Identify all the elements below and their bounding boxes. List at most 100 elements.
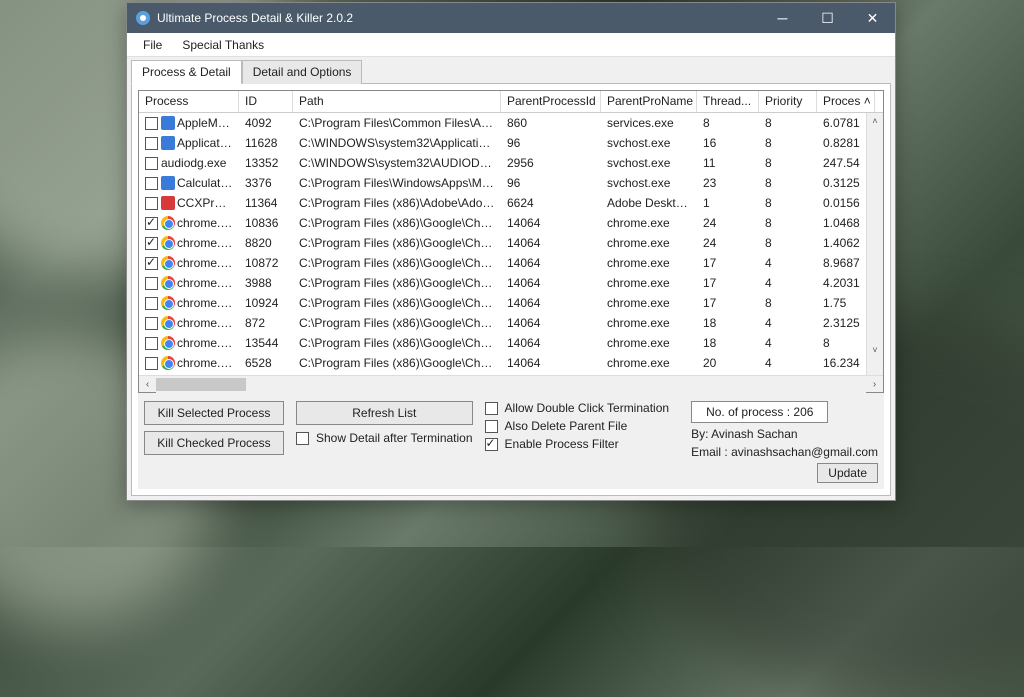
row-checkbox[interactable]	[145, 197, 158, 210]
table-row[interactable]: chrome.exe6528C:\Program Files (x86)\Goo…	[139, 353, 883, 373]
row-checkbox[interactable]	[145, 117, 158, 130]
tab-process-detail[interactable]: Process & Detail	[131, 60, 242, 84]
table-row[interactable]: CCXProce...11364C:\Program Files (x86)\A…	[139, 193, 883, 213]
column-process[interactable]: Process	[139, 91, 239, 112]
table-row[interactable]: chrome.exe10924C:\Program Files (x86)\Go…	[139, 293, 883, 313]
priority: 8	[759, 196, 817, 210]
process-name: chrome.exe	[177, 316, 239, 330]
process-name: chrome.exe	[177, 236, 239, 250]
column-path[interactable]: Path	[293, 91, 501, 112]
table-row[interactable]: Applicatio...11628C:\WINDOWS\system32\Ap…	[139, 133, 883, 153]
table-row[interactable]: chrome.exe8820C:\Program Files (x86)\Goo…	[139, 233, 883, 253]
menu-special-thanks[interactable]: Special Thanks	[172, 33, 274, 56]
menu-file[interactable]: File	[133, 33, 172, 56]
scroll-left-arrow[interactable]: ‹	[139, 376, 156, 393]
column-proces[interactable]: Proces ˄	[817, 91, 875, 112]
parent-name: chrome.exe	[601, 296, 697, 310]
process-name: chrome.exe	[177, 296, 239, 310]
table-row[interactable]: Calculator...3376C:\Program Files\Window…	[139, 173, 883, 193]
row-checkbox[interactable]	[145, 177, 158, 190]
refresh-button[interactable]: Refresh List	[296, 401, 473, 425]
thread-count: 17	[697, 256, 759, 270]
table-row[interactable]: audiodg.exe13352C:\WINDOWS\system32\AUDI…	[139, 153, 883, 173]
process-path: C:\Program Files (x86)\Google\Chro...	[293, 356, 501, 370]
table-row[interactable]: chrome.exe10836C:\Program Files (x86)\Go…	[139, 213, 883, 233]
chrome-icon	[161, 296, 175, 310]
parent-pid: 14064	[501, 236, 601, 250]
thread-count: 20	[697, 356, 759, 370]
parent-pid: 14064	[501, 296, 601, 310]
table-row[interactable]: chrome.exe872C:\Program Files (x86)\Goog…	[139, 313, 883, 333]
update-button[interactable]: Update	[817, 463, 878, 483]
thread-count: 18	[697, 316, 759, 330]
maximize-button[interactable]: ☐	[805, 3, 850, 33]
also-delete-label: Also Delete Parent File	[505, 419, 628, 433]
row-checkbox[interactable]	[145, 217, 158, 230]
parent-name: chrome.exe	[601, 256, 697, 270]
process-name: chrome.exe	[177, 216, 239, 230]
parent-pid: 96	[501, 136, 601, 150]
process-name: Calculator...	[177, 176, 239, 190]
hscroll-thumb[interactable]	[156, 378, 246, 391]
thread-count: 23	[697, 176, 759, 190]
process-id: 10924	[239, 296, 293, 310]
row-checkbox[interactable]	[145, 277, 158, 290]
process-id: 13352	[239, 156, 293, 170]
also-delete-checkbox[interactable]	[485, 420, 498, 433]
row-checkbox[interactable]	[145, 337, 158, 350]
chrome-icon	[161, 336, 175, 350]
parent-pid: 14064	[501, 316, 601, 330]
email-label: Email : avinashsachan@gmail.com	[691, 445, 878, 459]
proc-value: 1.75	[817, 296, 875, 310]
thread-count: 8	[697, 116, 759, 130]
parent-name: chrome.exe	[601, 216, 697, 230]
column-id[interactable]: ID	[239, 91, 293, 112]
enable-filter-checkbox[interactable]	[485, 438, 498, 451]
chrome-icon	[161, 276, 175, 290]
priority: 4	[759, 316, 817, 330]
kill-selected-button[interactable]: Kill Selected Process	[144, 401, 284, 425]
parent-name: chrome.exe	[601, 316, 697, 330]
allow-dblclick-checkbox[interactable]	[485, 402, 498, 415]
minimize-button[interactable]: ─	[760, 3, 805, 33]
tab-detail-options[interactable]: Detail and Options	[242, 60, 363, 84]
scroll-right-arrow[interactable]: ›	[866, 376, 883, 393]
row-checkbox[interactable]	[145, 317, 158, 330]
table-row[interactable]: chrome.exe13544C:\Program Files (x86)\Go…	[139, 333, 883, 353]
chrome-icon	[161, 216, 175, 230]
parent-name: svchost.exe	[601, 176, 697, 190]
parent-pid: 14064	[501, 256, 601, 270]
column-ppid[interactable]: ParentProcessId	[501, 91, 601, 112]
row-checkbox[interactable]	[145, 297, 158, 310]
author-label: By: Avinash Sachan	[691, 427, 798, 441]
titlebar[interactable]: Ultimate Process Detail & Killer 2.0.2 ─…	[127, 3, 895, 33]
process-id: 8820	[239, 236, 293, 250]
row-checkbox[interactable]	[145, 157, 158, 170]
parent-name: Adobe Deskto...	[601, 196, 697, 210]
column-threads[interactable]: Thread...	[697, 91, 759, 112]
enable-filter-label: Enable Process Filter	[505, 437, 619, 451]
show-detail-checkbox[interactable]	[296, 432, 309, 445]
column-pname[interactable]: ParentProName	[601, 91, 697, 112]
table-row[interactable]: chrome.exe3988C:\Program Files (x86)\Goo…	[139, 273, 883, 293]
row-checkbox[interactable]	[145, 137, 158, 150]
row-checkbox[interactable]	[145, 237, 158, 250]
scroll-up-arrow[interactable]: ˄	[867, 113, 883, 129]
process-list: Process ID Path ParentProcessId ParentPr…	[138, 90, 884, 393]
parent-pid: 14064	[501, 216, 601, 230]
scroll-down-arrow[interactable]: ˅	[867, 342, 883, 358]
horizontal-scrollbar[interactable]: ‹ ›	[139, 375, 883, 392]
table-row[interactable]: AppleMob...4092C:\Program Files\Common F…	[139, 113, 883, 133]
priority: 8	[759, 136, 817, 150]
list-body[interactable]: ˄ ˅ AppleMob...4092C:\Program Files\Comm…	[139, 113, 883, 375]
row-checkbox[interactable]	[145, 257, 158, 270]
table-row[interactable]: chrome.exe10872C:\Program Files (x86)\Go…	[139, 253, 883, 273]
priority: 8	[759, 296, 817, 310]
row-checkbox[interactable]	[145, 357, 158, 370]
proc-value: 1.4062	[817, 236, 875, 250]
process-id: 4092	[239, 116, 293, 130]
column-priority[interactable]: Priority	[759, 91, 817, 112]
process-id: 6528	[239, 356, 293, 370]
close-button[interactable]: ✕	[850, 3, 895, 33]
kill-checked-button[interactable]: Kill Checked Process	[144, 431, 284, 455]
